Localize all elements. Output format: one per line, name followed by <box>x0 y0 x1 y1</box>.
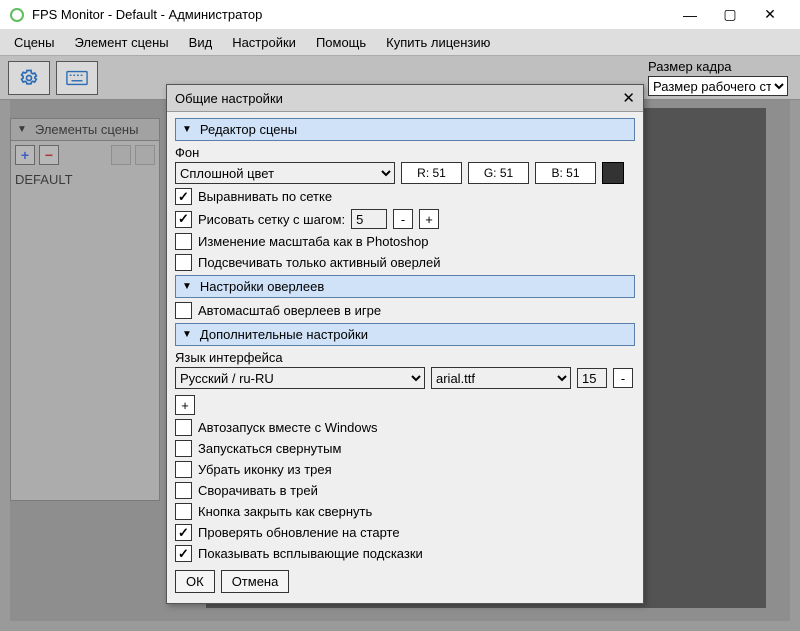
language-select[interactable]: Русский / ru-RU <box>175 367 425 389</box>
check-updates-checkbox[interactable] <box>175 524 192 541</box>
section-scene-editor[interactable]: Редактор сцены <box>175 118 635 141</box>
close-as-min-label: Кнопка закрыть как свернуть <box>198 504 372 519</box>
lang-label: Язык интерфейса <box>175 350 635 365</box>
start-minimized-label: Запускаться свернутым <box>198 441 341 456</box>
align-grid-checkbox[interactable] <box>175 188 192 205</box>
menu-settings[interactable]: Настройки <box>224 31 304 54</box>
font-size-minus[interactable]: - <box>613 368 633 388</box>
minimize-tray-checkbox[interactable] <box>175 482 192 499</box>
bg-g-button[interactable]: G: 51 <box>468 162 529 184</box>
frame-size-label: Размер кадра <box>648 59 788 74</box>
no-tray-checkbox[interactable] <box>175 461 192 478</box>
menu-scenes[interactable]: Сцены <box>6 31 62 54</box>
font-select[interactable]: arial.ttf <box>431 367 571 389</box>
close-button[interactable]: ✕ <box>750 1 790 29</box>
tooltips-label: Показывать всплывающие подсказки <box>198 546 423 561</box>
draw-grid-checkbox[interactable] <box>175 211 192 228</box>
grid-step-minus[interactable]: - <box>393 209 413 229</box>
check-updates-label: Проверять обновление на старте <box>198 525 400 540</box>
font-size-input[interactable]: 15 <box>577 368 607 388</box>
window-title: FPS Monitor - Default - Администратор <box>32 7 262 22</box>
bg-color-swatch[interactable] <box>602 162 624 184</box>
minimize-button[interactable]: — <box>670 1 710 29</box>
ok-button[interactable]: ОК <box>175 570 215 593</box>
menubar: Сцены Элемент сцены Вид Настройки Помощь… <box>0 30 800 56</box>
cancel-button[interactable]: Отмена <box>221 570 290 593</box>
settings-dialog: Общие настройки ✕ Редактор сцены Фон Спл… <box>166 84 644 604</box>
section-overlays[interactable]: Настройки оверлеев <box>175 275 635 298</box>
autoscale-label: Автомасштаб оверлеев в игре <box>198 303 381 318</box>
autorun-checkbox[interactable] <box>175 419 192 436</box>
menu-element[interactable]: Элемент сцены <box>66 31 176 54</box>
start-minimized-checkbox[interactable] <box>175 440 192 457</box>
autorun-label: Автозапуск вместе с Windows <box>198 420 378 435</box>
tooltips-checkbox[interactable] <box>175 545 192 562</box>
bg-mode-select[interactable]: Сплошной цвет <box>175 162 395 184</box>
bg-label: Фон <box>175 145 635 160</box>
menu-help[interactable]: Помощь <box>308 31 374 54</box>
dialog-close-button[interactable]: ✕ <box>622 89 635 107</box>
bg-r-button[interactable]: R: 51 <box>401 162 462 184</box>
keyboard-button[interactable] <box>56 61 98 95</box>
maximize-button[interactable]: ▢ <box>710 1 750 29</box>
grid-step-plus[interactable]: + <box>419 209 439 229</box>
bg-b-button[interactable]: B: 51 <box>535 162 596 184</box>
grid-step-input[interactable]: 5 <box>351 209 387 229</box>
menu-buy[interactable]: Купить лицензию <box>378 31 498 54</box>
zoom-ps-checkbox[interactable] <box>175 233 192 250</box>
autoscale-checkbox[interactable] <box>175 302 192 319</box>
gear-button[interactable] <box>8 61 50 95</box>
gear-icon <box>19 68 39 88</box>
highlight-active-label: Подсвечивать только активный оверлей <box>198 255 440 270</box>
draw-grid-label: Рисовать сетку с шагом: <box>198 212 345 227</box>
dialog-title: Общие настройки <box>175 91 283 106</box>
app-logo-icon <box>10 8 24 22</box>
zoom-ps-label: Изменение масштаба как в Photoshop <box>198 234 428 249</box>
section-advanced[interactable]: Дополнительные настройки <box>175 323 635 346</box>
minimize-tray-label: Сворачивать в трей <box>198 483 318 498</box>
no-tray-label: Убрать иконку из трея <box>198 462 332 477</box>
font-size-plus[interactable]: + <box>175 395 195 415</box>
highlight-active-checkbox[interactable] <box>175 254 192 271</box>
frame-size-select[interactable]: Размер рабочего ст <box>648 76 788 96</box>
menu-view[interactable]: Вид <box>181 31 221 54</box>
titlebar: FPS Monitor - Default - Администратор — … <box>0 0 800 30</box>
keyboard-icon <box>66 70 88 86</box>
close-as-min-checkbox[interactable] <box>175 503 192 520</box>
align-grid-label: Выравнивать по сетке <box>198 189 332 204</box>
